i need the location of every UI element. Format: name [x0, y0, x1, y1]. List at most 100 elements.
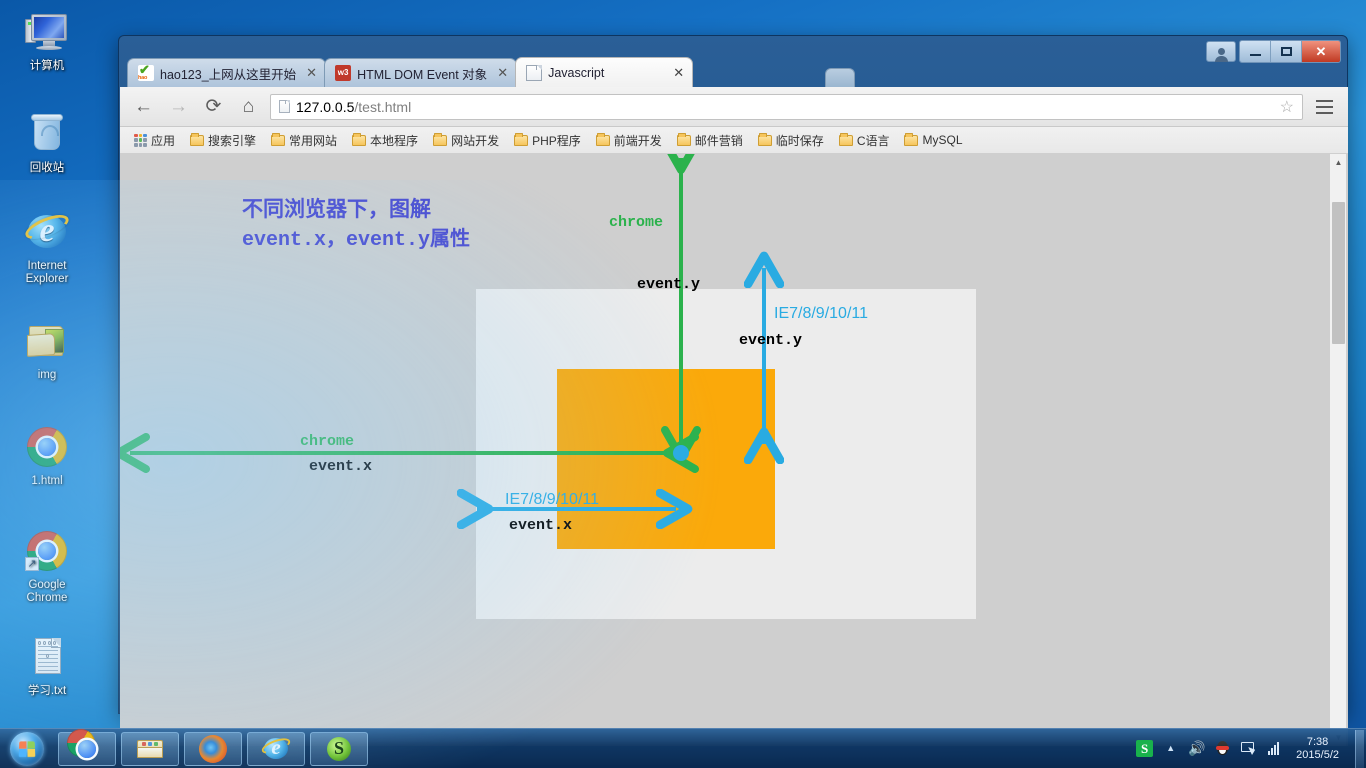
- address-bar[interactable]: 127.0.0.5/test.html ☆: [270, 93, 1303, 120]
- minimize-icon: [1249, 54, 1261, 56]
- back-button[interactable]: ←: [130, 93, 157, 120]
- internet-explorer-icon: e: [22, 208, 72, 256]
- tab-close-icon[interactable]: ✕: [302, 65, 317, 81]
- page-content: 不同浏览器下，图解 event.x，event.y属性 chrome event…: [120, 154, 1331, 746]
- taskbar-button-firefox[interactable]: [184, 731, 242, 766]
- w3schools-icon: w3: [335, 65, 352, 81]
- close-button[interactable]: ✕: [1302, 41, 1340, 62]
- computer-icon: [23, 8, 71, 56]
- close-icon: ✕: [1315, 43, 1327, 59]
- user-profile-button[interactable]: [1206, 41, 1236, 62]
- tab-strip: hao123_上网从这里开始 ✕ w3 HTML DOM Event 对象 ✕ …: [127, 57, 694, 87]
- folder-icon: [595, 132, 610, 146]
- bookmark-label: 邮件营销: [694, 133, 743, 148]
- folder-icon: [838, 132, 853, 146]
- page-info-icon: [279, 100, 290, 113]
- desktop-icon-text-file[interactable]: 学习.txt: [4, 633, 90, 698]
- diagram-overlay: chrome event.y IE7/8/9/10/11 event.y chr…: [120, 154, 868, 534]
- label-ie-y-browser: IE7/8/9/10/11: [774, 305, 868, 322]
- hao123-icon: [138, 65, 154, 81]
- bookmark-web-dev[interactable]: 网站开发: [427, 129, 505, 152]
- back-arrow-icon: ←: [134, 96, 153, 117]
- taskbar: e S S ▲ 🔊 7:38 2015/5/2: [0, 728, 1366, 768]
- desktop-icon-label: 计算机: [29, 60, 65, 72]
- tab-close-icon[interactable]: ✕: [669, 65, 684, 81]
- bookmark-label: PHP程序: [532, 133, 581, 148]
- desktop-icon-label-line1: Internet: [27, 260, 67, 272]
- network-icon[interactable]: [1266, 740, 1283, 757]
- bookmark-c-language[interactable]: C语言: [833, 129, 896, 152]
- desktop-icon-img-folder[interactable]: img: [4, 317, 90, 382]
- recycle-bin-icon: [23, 110, 71, 158]
- bookmark-star-icon[interactable]: ☆: [1280, 97, 1294, 117]
- bookmark-common-sites[interactable]: 常用网站: [265, 129, 343, 152]
- new-tab-button[interactable]: [825, 68, 855, 87]
- scrollbar-thumb[interactable]: [1332, 202, 1345, 344]
- chevron-up-icon: ▲: [1334, 158, 1343, 167]
- desktop-icon-1html[interactable]: 1.html: [4, 423, 90, 488]
- tab-html-dom-event[interactable]: w3 HTML DOM Event 对象 ✕: [324, 58, 518, 87]
- bookmark-label: 常用网站: [289, 133, 338, 148]
- desktop-icon-internet-explorer[interactable]: e Internet Explorer: [4, 208, 90, 286]
- bookmark-label: C语言: [856, 133, 890, 148]
- home-button[interactable]: ⌂: [235, 93, 262, 120]
- desktop-icon-computer[interactable]: 计算机: [4, 8, 90, 73]
- folder-icon: [676, 132, 691, 146]
- bookmark-label: 搜索引擎: [208, 133, 257, 148]
- reload-button[interactable]: ⟳: [200, 93, 227, 120]
- minimize-button[interactable]: [1240, 41, 1271, 62]
- volume-icon[interactable]: 🔊: [1188, 740, 1205, 757]
- vertical-scrollbar[interactable]: ▲ ▼: [1329, 154, 1346, 746]
- taskbar-button-explorer[interactable]: [121, 731, 179, 766]
- bookmark-email-marketing[interactable]: 邮件营销: [671, 129, 749, 152]
- forward-button[interactable]: →: [165, 93, 192, 120]
- desktop-icon-label: 1.html: [31, 475, 63, 487]
- bookmark-apps[interactable]: 应用: [128, 129, 181, 152]
- bookmark-temp-save[interactable]: 临时保存: [752, 129, 830, 152]
- desktop-icon-recycle-bin[interactable]: 回收站: [4, 110, 90, 175]
- desktop-icon-label: img: [37, 369, 57, 381]
- bookmark-mysql[interactable]: MySQL: [898, 130, 968, 150]
- label-ie-y-prop: event.y: [739, 332, 802, 349]
- system-tray: S ▲ 🔊 7:38 2015/5/2: [1136, 729, 1366, 768]
- folder-icon: [190, 132, 205, 146]
- taskbar-button-chrome[interactable]: [58, 728, 116, 766]
- maximize-button[interactable]: [1271, 41, 1302, 62]
- bookmarks-bar: 应用 搜索引擎 常用网站 本地程序 网站开发 PHP程序 前端开发 邮件营销 临…: [120, 127, 1348, 154]
- tab-label: hao123_上网从这里开始: [160, 67, 297, 82]
- tab-hao123[interactable]: hao123_上网从这里开始 ✕: [127, 58, 327, 87]
- chrome-icon: [23, 423, 71, 471]
- tab-close-icon[interactable]: ✕: [493, 65, 508, 81]
- label-chrome-x-browser: chrome: [300, 433, 354, 450]
- scroll-up-button[interactable]: ▲: [1330, 154, 1347, 171]
- bookmark-frontend[interactable]: 前端开发: [590, 129, 668, 152]
- maximize-icon: [1280, 47, 1292, 56]
- tab-label: HTML DOM Event 对象: [357, 67, 488, 82]
- ime-icon[interactable]: S: [1136, 740, 1154, 757]
- text-file-icon: [23, 633, 71, 681]
- taskbar-button-internet-explorer[interactable]: e: [247, 731, 305, 766]
- qq-icon[interactable]: [1214, 740, 1231, 757]
- folder-icon: [271, 132, 286, 146]
- start-button[interactable]: [1, 730, 53, 768]
- label-chrome-y-browser: chrome: [609, 214, 663, 231]
- desktop-icon-google-chrome[interactable]: ↗ Google Chrome: [4, 527, 90, 605]
- desktop: 计算机 回收站 e Internet Explorer img 1.html ↗…: [0, 0, 1366, 768]
- windows-orb-icon: [10, 731, 44, 766]
- chrome-icon: ↗: [23, 527, 71, 575]
- bookmark-search-engines[interactable]: 搜索引擎: [184, 129, 262, 152]
- chrome-menu-button[interactable]: [1311, 93, 1338, 120]
- window-controls: ✕: [1206, 40, 1341, 63]
- tray-overflow-icon[interactable]: ▲: [1162, 740, 1179, 757]
- show-desktop-button[interactable]: [1355, 729, 1364, 768]
- taskbar-button-sogou[interactable]: S: [310, 731, 368, 766]
- tab-javascript[interactable]: Javascript ✕: [515, 57, 694, 87]
- ie-icon: e: [259, 735, 293, 763]
- shortcut-arrow-icon: ↗: [25, 557, 39, 571]
- bookmark-php[interactable]: PHP程序: [508, 129, 587, 152]
- monitor-icon[interactable]: [1240, 740, 1257, 757]
- bookmark-local-programs[interactable]: 本地程序: [346, 129, 424, 152]
- page-viewport: 不同浏览器下，图解 event.x，event.y属性 chrome event…: [120, 154, 1348, 746]
- clock[interactable]: 7:38 2015/5/2: [1292, 736, 1343, 762]
- bookmark-label: 临时保存: [775, 133, 824, 148]
